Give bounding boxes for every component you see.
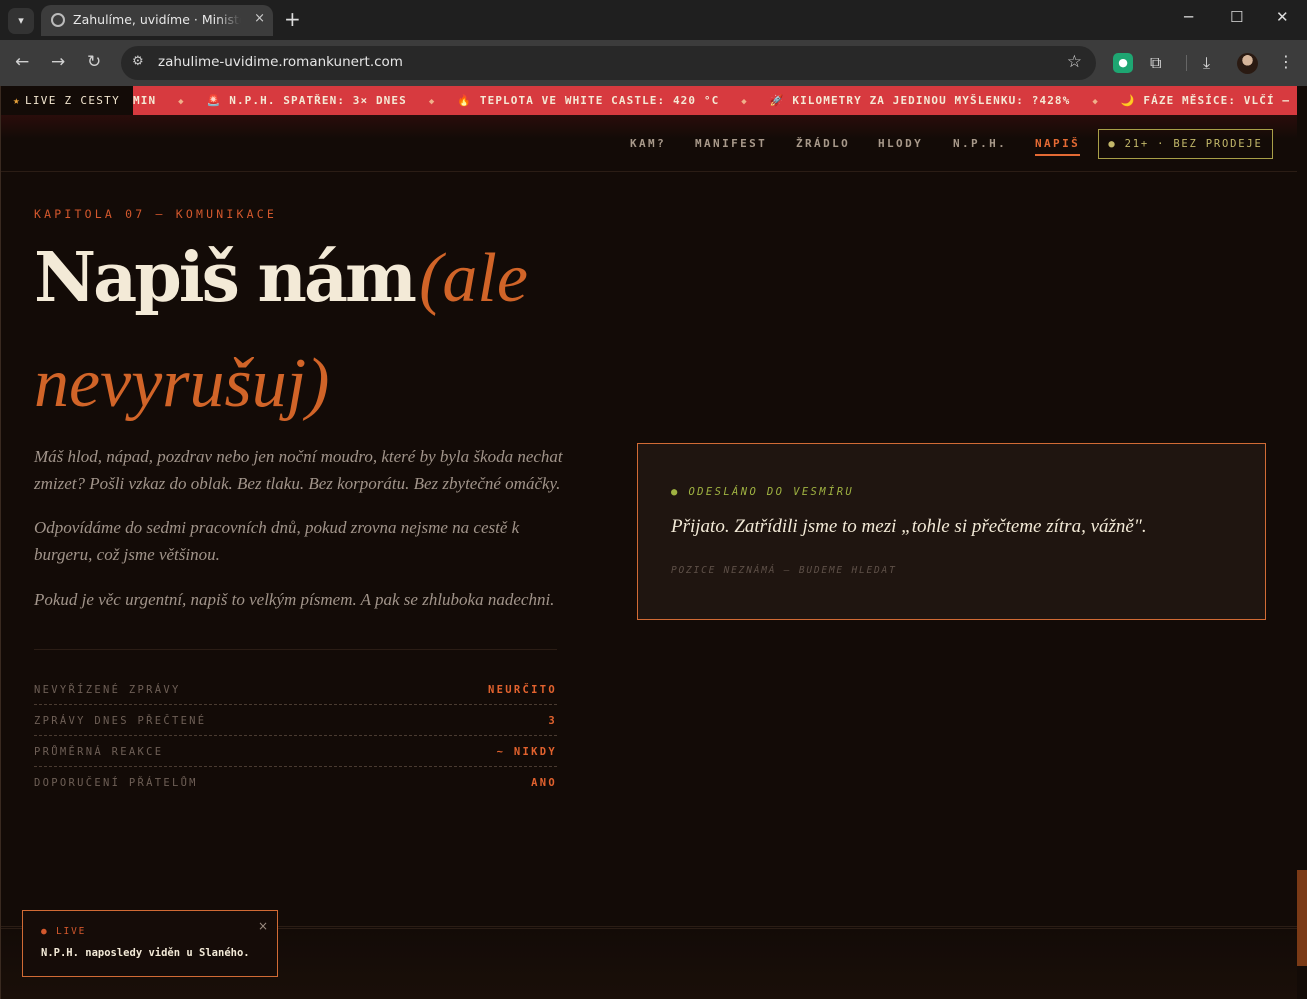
toast-close-icon[interactable]: ×: [258, 919, 268, 933]
browser-menu-icon[interactable]: ⋮: [1278, 52, 1294, 72]
sent-status-label: ● ODESLÁNO DO VESMÍRU: [671, 486, 855, 498]
chapter-kicker: KAPITOLA 07 — KOMUNIKACE: [34, 207, 277, 221]
page-title: Napiš nám (ale nevyrušuj): [34, 234, 734, 445]
ticker-label: ★ LIVE Z CESTY: [1, 86, 133, 115]
tab-close-icon[interactable]: ×: [254, 11, 265, 26]
toolbar-divider: [1186, 55, 1187, 71]
new-tab-button[interactable]: +: [284, 8, 301, 30]
age-badge[interactable]: ● 21+ · BEZ PRODEJE: [1098, 129, 1273, 159]
live-ticker: MIN ◆ 🚨 N.P.H. SPATŘEN: 3× DNES ◆ 🔥 TEPLOTA …: [1, 86, 1297, 115]
forward-arrow-icon[interactable]: →: [51, 52, 65, 72]
stat-value: NEURČITO: [488, 684, 557, 696]
nav-item-nph[interactable]: N.P.H.: [953, 137, 1007, 150]
stat-row: DOPORUČENÍ PŘÁTELŮM ANO: [34, 767, 557, 798]
back-arrow-icon[interactable]: ←: [15, 52, 29, 72]
live-toast: ● LIVE N.P.H. naposledy viděn u Slaného.…: [22, 910, 278, 977]
window-close-icon[interactable]: ✕: [1276, 8, 1289, 26]
diamond-icon: ◆: [428, 97, 436, 107]
reload-icon[interactable]: ↻: [87, 52, 101, 72]
stat-label: PRŮMĚRNÁ REAKCE: [34, 746, 164, 758]
browser-tab[interactable]: Zahulíme, uvidíme · Ministerstvo ×: [41, 5, 273, 36]
stats-list: NEVYŘÍZENÉ ZPRÁVY NEURČITO ZPRÁVY DNES P…: [34, 649, 557, 798]
download-icon[interactable]: ⤓: [1203, 53, 1223, 73]
ticker-item: MIN: [133, 94, 157, 107]
sent-position-note: POZICE NEZNÁMÁ — BUDEME HLEDAT: [671, 565, 897, 576]
scrollbar-thumb[interactable]: [1297, 870, 1307, 966]
profile-avatar[interactable]: [1237, 53, 1258, 74]
nav-item-kam[interactable]: KAM?: [630, 137, 666, 150]
ticker-item: 🔥 TEPLOTA VE WHITE CASTLE: 420 °C: [457, 94, 720, 107]
stat-row: NEVYŘÍZENÉ ZPRÁVY NEURČITO: [34, 674, 557, 705]
toast-message: N.P.H. naposledy viděn u Slaného.: [41, 947, 250, 959]
page-title-main: Napiš nám: [34, 238, 417, 318]
nav-item-hlody[interactable]: HLODY: [878, 137, 923, 150]
address-bar[interactable]: ⚙ zahulime-uvidime.romankunert.com ☆: [121, 46, 1096, 80]
tab-title: Zahulíme, uvidíme · Ministerstvo: [73, 12, 241, 27]
bookmark-star-icon[interactable]: ☆: [1067, 52, 1082, 72]
diamond-icon: ◆: [741, 97, 748, 107]
urgent-paragraph: Pokud je věc urgentní, napiš to velkým p…: [34, 590, 555, 609]
response-paragraph: Odpovídáme do sedmi pracovních dnů, poku…: [34, 518, 520, 564]
diamond-icon: ◆: [1092, 97, 1099, 107]
nav-item-napis[interactable]: NAPIŠ: [1035, 137, 1081, 156]
stat-label: ZPRÁVY DNES PŘEČTENÉ: [34, 715, 207, 727]
main-nav: KAM? MANIFEST ŽRÁDLO HLODY N.P.H. NAPIŠ …: [1, 128, 1297, 172]
extensions-puzzle-icon[interactable]: ⧉: [1150, 53, 1170, 73]
ticker-item: 🚨 N.P.H. SPATŘEN: 3× DNES: [206, 94, 407, 107]
stat-value: ~ NIKDY: [496, 746, 557, 758]
stat-row: PRŮMĚRNÁ REAKCE ~ NIKDY: [34, 736, 557, 767]
stat-value: ANO: [531, 777, 557, 789]
ticker-track: MIN ◆ 🚨 N.P.H. SPATŘEN: 3× DNES ◆ 🔥 TEPLOTA …: [133, 86, 1290, 115]
url-text[interactable]: zahulime-uvidime.romankunert.com: [158, 54, 403, 70]
ticker-item: 🚀 KILOMETRY ZA JEDINOU MYŠLENKU: ?428%: [769, 94, 1071, 107]
nav-item-manifest[interactable]: MANIFEST: [695, 137, 767, 150]
maximize-icon[interactable]: ☐: [1230, 8, 1243, 26]
stat-label: NEVYŘÍZENÉ ZPRÁVY: [34, 684, 181, 696]
minimize-icon[interactable]: ─: [1184, 8, 1193, 26]
browser-tab-bar: ▾ Zahulíme, uvidíme · Ministerstvo × + ─…: [0, 0, 1307, 40]
site-settings-icon[interactable]: ⚙: [132, 54, 144, 69]
extension-mic-icon[interactable]: ●: [1113, 53, 1133, 73]
toast-label: ● LIVE: [41, 926, 87, 937]
stat-label: DOPORUČENÍ PŘÁTELŮM: [34, 777, 198, 789]
diamond-icon: ◆: [178, 97, 185, 107]
ticker-item: 🌙 FÁZE MĚSÍCE: VLČÍ —: [1120, 94, 1291, 107]
star-icon: ★: [13, 94, 21, 107]
stat-value: 3: [548, 715, 557, 727]
page: MIN ◆ 🚨 N.P.H. SPATŘEN: 3× DNES ◆ 🔥 TEPLOTA …: [0, 86, 1307, 999]
intro-paragraph: Máš hlod, nápad, pozdrav nebo jen noční …: [34, 447, 563, 493]
sent-message: Přijato. Zatřídili jsme to mezi „tohle s…: [671, 516, 1147, 537]
tab-search-icon[interactable]: ▾: [8, 8, 34, 34]
address-toolbar: ← → ↻ ⚙ zahulime-uvidime.romankunert.com…: [0, 40, 1307, 86]
stat-row: ZPRÁVY DNES PŘEČTENÉ 3: [34, 705, 557, 736]
nav-item-zradlo[interactable]: ŽRÁDLO: [796, 137, 850, 150]
globe-icon: [51, 13, 65, 27]
sent-confirmation-card: ● ODESLÁNO DO VESMÍRU Přijato. Zatřídili…: [637, 443, 1266, 620]
